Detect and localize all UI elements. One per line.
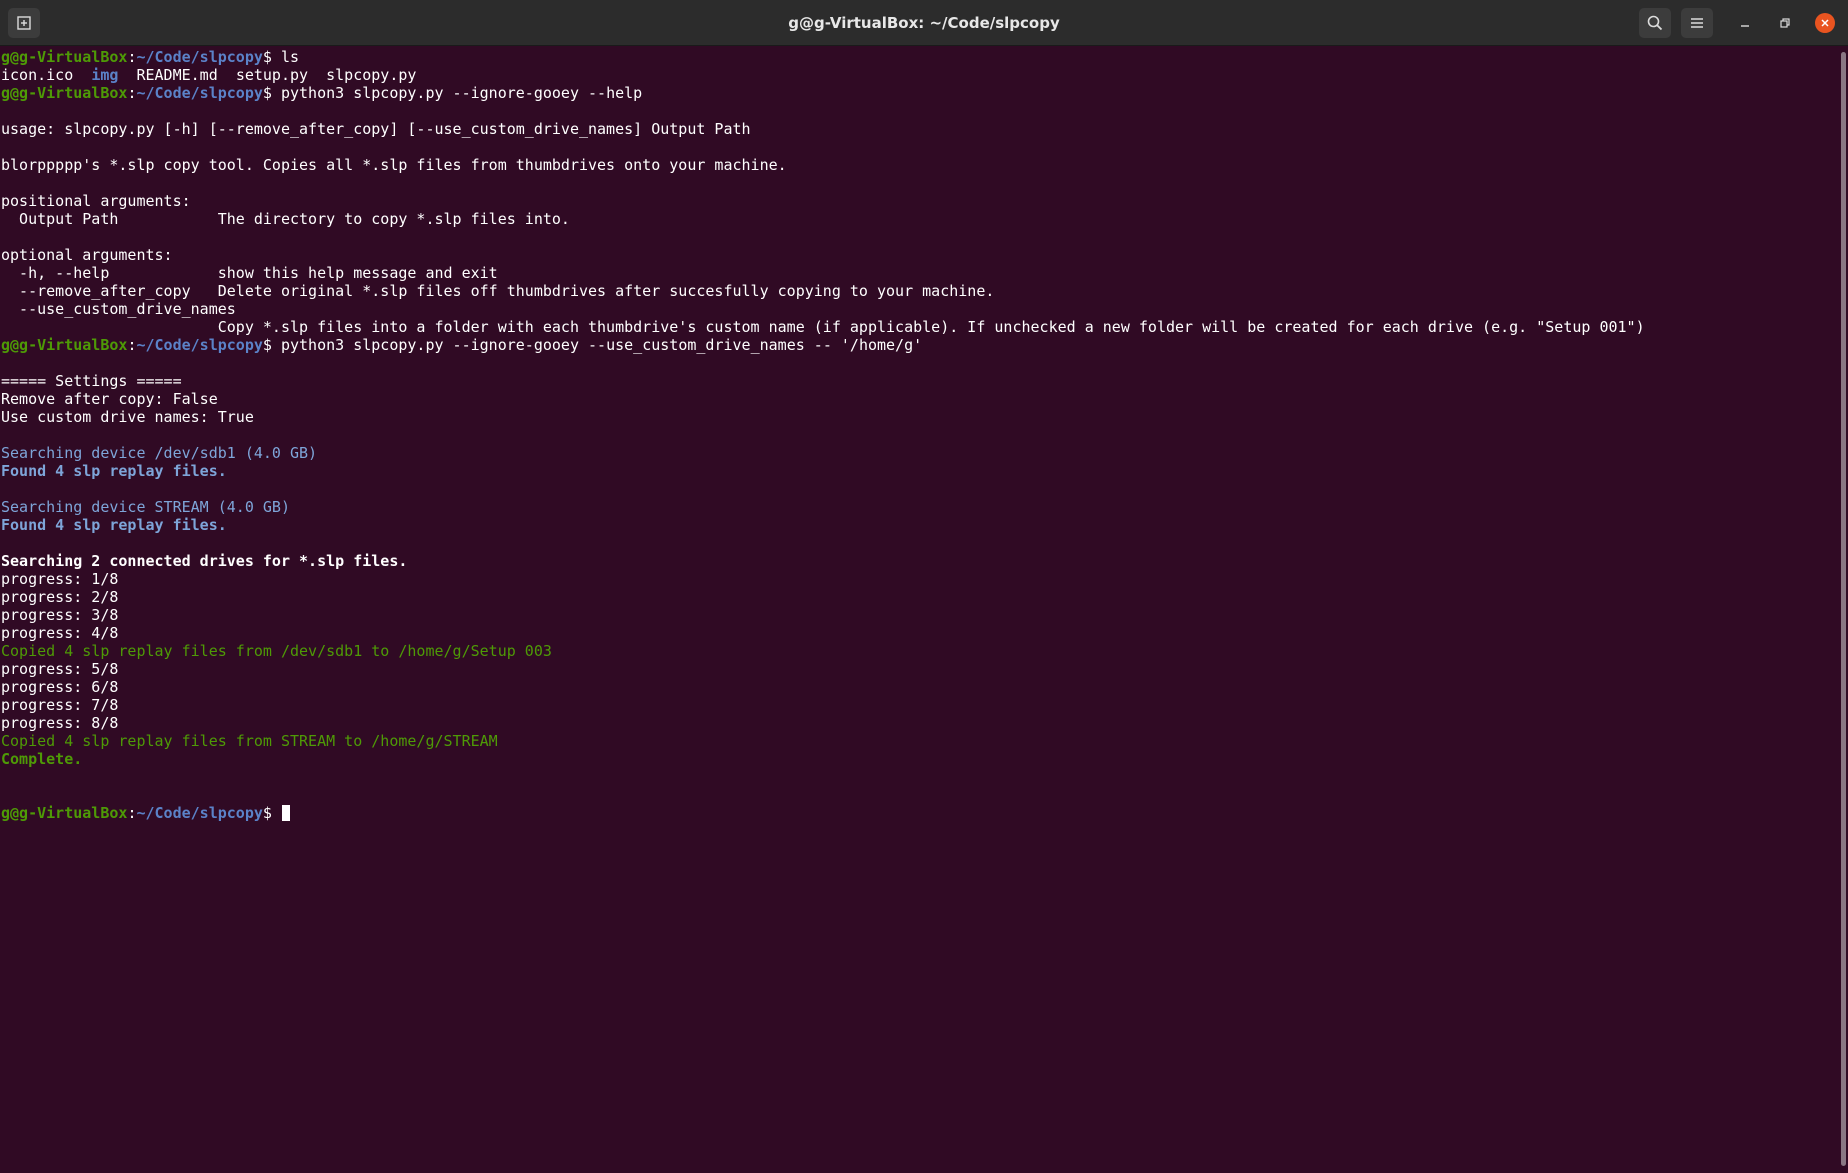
description-line: blorppppp's *.slp copy tool. Copies all … xyxy=(1,156,787,174)
found-files-line: Found 4 slp replay files. xyxy=(1,516,227,534)
prompt-user: g@g-VirtualBox xyxy=(1,804,128,822)
title-bar[interactable]: g@g-VirtualBox: ~/Code/slpcopy xyxy=(0,0,1848,46)
progress-line: progress: 6/8 xyxy=(1,678,119,696)
scrollbar-thumb[interactable] xyxy=(1841,52,1846,1166)
copied-line: Copied 4 slp replay files from STREAM to… xyxy=(1,732,498,750)
progress-line: progress: 1/8 xyxy=(1,570,119,588)
dir-entry: img xyxy=(91,66,119,84)
progress-line: progress: 7/8 xyxy=(1,696,119,714)
close-icon xyxy=(1821,19,1829,27)
optional-arg: -h, --help show this help message and ex… xyxy=(1,264,498,282)
positional-header: positional arguments: xyxy=(1,192,191,210)
prompt-path: ~/Code/slpcopy xyxy=(136,84,263,102)
search-device-line: Searching device STREAM (4.0 GB) xyxy=(1,498,290,516)
command-text: python3 slpcopy.py --ignore-gooey --use_… xyxy=(280,336,923,354)
searching-drives-line: Searching 2 connected drives for *.slp f… xyxy=(1,552,408,570)
prompt-symbol: $ xyxy=(262,804,281,822)
settings-header: ===== Settings ===== xyxy=(1,372,182,390)
prompt-path: ~/Code/slpcopy xyxy=(136,804,263,822)
found-files-line: Found 4 slp replay files. xyxy=(1,462,227,480)
progress-line: progress: 4/8 xyxy=(1,624,119,642)
positional-arg: Output Path The directory to copy *.slp … xyxy=(1,210,570,228)
minimize-button[interactable] xyxy=(1730,8,1760,38)
prompt-user: g@g-VirtualBox xyxy=(1,336,128,354)
usage-line: usage: slpcopy.py [-h] [--remove_after_c… xyxy=(1,120,751,138)
prompt-line: g@g-VirtualBox:~/Code/slpcopy$ ls xyxy=(0,48,1834,66)
file-entry: slpcopy.py xyxy=(326,66,417,84)
setting-line: Use custom drive names: True xyxy=(1,408,254,426)
file-entry: icon.ico xyxy=(1,66,74,84)
ls-output: icon.ico img README.md setup.py slpcopy.… xyxy=(0,66,1834,84)
progress-line: progress: 5/8 xyxy=(1,660,119,678)
hamburger-menu-icon xyxy=(1691,18,1703,28)
active-prompt-line[interactable]: g@g-VirtualBox:~/Code/slpcopy$ xyxy=(0,804,1834,822)
maximize-button[interactable] xyxy=(1770,8,1800,38)
new-tab-icon xyxy=(17,16,31,30)
close-button[interactable] xyxy=(1810,8,1840,38)
command-text: ls xyxy=(280,48,300,66)
terminal-window: g@g-VirtualBox: ~/Code/slpcopy g@g-Virtu… xyxy=(0,0,1848,1173)
prompt-symbol: $ xyxy=(262,336,281,354)
search-device-line: Searching device /dev/sdb1 (4.0 GB) xyxy=(1,444,318,462)
prompt-path: ~/Code/slpcopy xyxy=(136,48,263,66)
command-text: python3 slpcopy.py --ignore-gooey --help xyxy=(280,84,643,102)
prompt-path: ~/Code/slpcopy xyxy=(136,336,263,354)
copied-line: Copied 4 slp replay files from /dev/sdb1… xyxy=(1,642,552,660)
prompt-line: g@g-VirtualBox:~/Code/slpcopy$ python3 s… xyxy=(0,84,1834,102)
scrollbar[interactable] xyxy=(1840,50,1848,1170)
optional-arg: --use_custom_drive_names xyxy=(1,300,236,318)
optional-header: optional arguments: xyxy=(1,246,173,264)
prompt-symbol: $ xyxy=(262,48,281,66)
optional-arg-description: Copy *.slp files into a folder with each… xyxy=(1,318,1645,336)
maximize-icon xyxy=(1780,18,1790,28)
menu-button[interactable] xyxy=(1681,8,1713,38)
file-entry: README.md xyxy=(136,66,218,84)
file-entry: setup.py xyxy=(235,66,309,84)
progress-line: progress: 2/8 xyxy=(1,588,119,606)
new-tab-button[interactable] xyxy=(8,8,40,38)
optional-arg: --remove_after_copy Delete original *.sl… xyxy=(1,282,995,300)
search-button[interactable] xyxy=(1639,8,1671,38)
setting-line: Remove after copy: False xyxy=(1,390,218,408)
minimize-icon xyxy=(1741,25,1749,27)
prompt-symbol: $ xyxy=(262,84,281,102)
progress-line: progress: 8/8 xyxy=(1,714,119,732)
complete-line: Complete. xyxy=(1,750,83,768)
text-cursor xyxy=(281,805,290,821)
prompt-user: g@g-VirtualBox xyxy=(1,48,128,66)
prompt-user: g@g-VirtualBox xyxy=(1,84,128,102)
window-title: g@g-VirtualBox: ~/Code/slpcopy xyxy=(788,14,1060,32)
search-icon xyxy=(1647,15,1663,31)
prompt-line: g@g-VirtualBox:~/Code/slpcopy$ python3 s… xyxy=(0,336,1834,354)
progress-line: progress: 3/8 xyxy=(1,606,119,624)
terminal-output[interactable]: g@g-VirtualBox:~/Code/slpcopy$ ls icon.i… xyxy=(0,46,1834,1173)
close-circle xyxy=(1815,13,1835,33)
